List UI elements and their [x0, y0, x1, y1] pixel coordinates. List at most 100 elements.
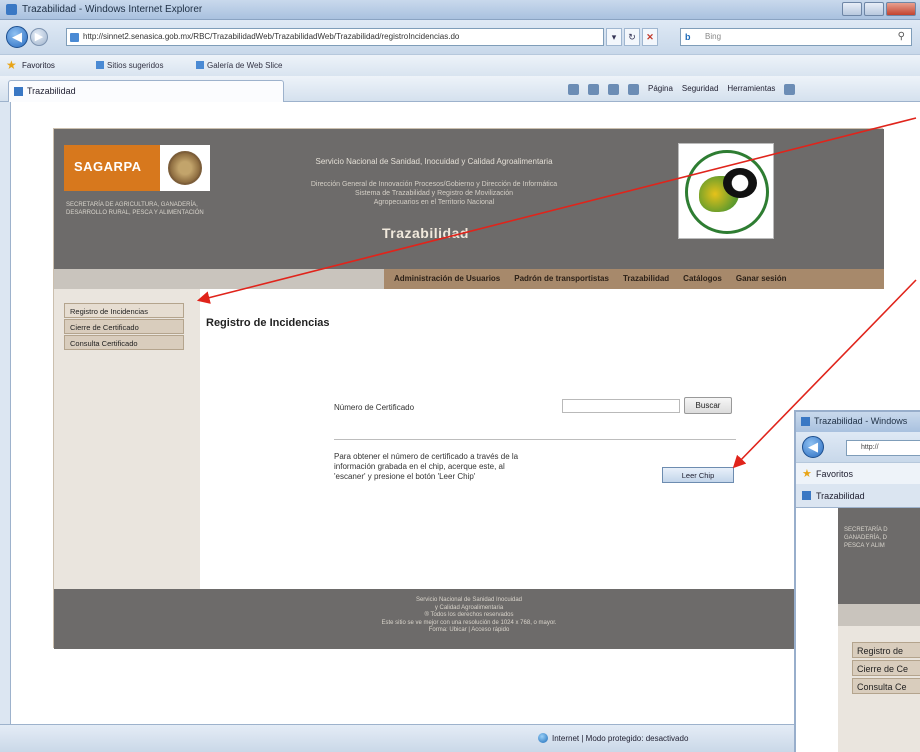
header-sub-2: Sistema de Trazabilidad y Registro de Mo… [355, 190, 513, 197]
header-sub-3: Agropecuarios en el Territorio Nacional [373, 199, 495, 206]
ie-icon [6, 4, 17, 15]
search-input[interactable]: b Bing ⚲ [680, 28, 912, 46]
second-browser-tab[interactable]: Trazabilidad [796, 484, 920, 508]
content-area: Registro de Incidencias Cierre de Certif… [54, 289, 884, 589]
certificate-label: Número de Certificado [334, 403, 415, 412]
sidebar: Registro de Incidencias Cierre de Certif… [54, 289, 200, 589]
header-texts: Servicio Nacional de Sanidad, Inocuidad … [234, 157, 634, 207]
tab-icon [802, 491, 811, 500]
sidebar-item-registro-incidencias[interactable]: Registro de Incidencias [64, 303, 184, 318]
site-menubar: Administración de Usuarios Padrón de tra… [54, 269, 884, 289]
page-icon [70, 33, 79, 42]
security-zone-text[interactable]: Internet | Modo protegido: desactivado [552, 734, 688, 743]
footer-line-1: Servicio Nacional de Sanidad Inocuidad [415, 597, 523, 603]
second-back-button[interactable]: ◀ [802, 436, 824, 458]
favorites-star-icon[interactable]: ★ [802, 467, 812, 480]
status-bar: Internet | Modo protegido: desactivado [0, 724, 920, 752]
header-title: Servicio Nacional de Sanidad, Inocuidad … [315, 157, 553, 166]
ie-icon [801, 417, 810, 426]
second-favorites-bar: ★ Favoritos [796, 462, 920, 484]
mail-icon[interactable] [608, 84, 619, 95]
refresh-icon[interactable]: ↻ [624, 28, 640, 46]
favorites-item-webslice[interactable]: Galería de Web Slice [196, 61, 282, 70]
divider [334, 439, 736, 440]
buscar-button[interactable]: Buscar [684, 397, 732, 414]
search-placeholder: Bing [705, 32, 722, 41]
internet-zone-icon [538, 733, 548, 743]
menu-admin-usuarios[interactable]: Administración de Usuarios [394, 274, 500, 289]
menu-catalogos[interactable]: Catálogos [683, 274, 722, 289]
certificate-input[interactable] [562, 399, 680, 413]
home-icon[interactable] [568, 84, 579, 95]
command-tools[interactable]: Herramientas [727, 84, 775, 95]
second-site-menubar [838, 604, 920, 626]
print-icon[interactable] [628, 84, 639, 95]
search-icon[interactable]: ⚲ [898, 31, 905, 42]
forward-button[interactable]: ▶ [30, 28, 48, 46]
stop-icon[interactable]: ✕ [642, 28, 658, 46]
close-button[interactable] [886, 2, 916, 16]
second-sidebar-item-consulta[interactable]: Consulta Ce [852, 678, 920, 694]
website: SAGARPA SECRETARÍA DE AGRICULTURA, GANAD… [53, 128, 884, 649]
footer-line-5[interactable]: Forma: Ubicar | Acceso rápido [54, 627, 884, 635]
sagarpa-logo: SAGARPA [64, 145, 210, 191]
second-url-field[interactable]: http:// [846, 440, 920, 456]
maximize-button[interactable] [864, 2, 884, 16]
mexico-seal-icon [168, 151, 202, 185]
site-header: SAGARPA SECRETARÍA DE AGRICULTURA, GANAD… [54, 129, 884, 269]
second-favorites-label[interactable]: Favoritos [816, 469, 853, 479]
minimize-button[interactable] [842, 2, 862, 16]
header-subtitle: Dirección General de Innovación Procesos… [234, 180, 634, 207]
compat-view-icon[interactable]: ▾ [606, 28, 622, 46]
title-bar: Trazabilidad - Windows Internet Explorer [0, 0, 920, 20]
help-icon[interactable] [784, 84, 796, 95]
second-sidebar-item-cierre[interactable]: Cierre de Ce [852, 660, 920, 676]
footer-line-4: Este sitio se ve mejor con una resolució… [381, 619, 557, 626]
second-sidebar: Registro de Cierre de Ce Consulta Ce [838, 626, 920, 752]
command-security[interactable]: Seguridad [682, 84, 718, 95]
favorites-item-suggested[interactable]: Sitios sugeridos [96, 61, 163, 70]
header-sub-1: Dirección General de Innovación Procesos… [310, 181, 558, 188]
command-bar: Trazabilidad Página Seguridad Herramient… [0, 76, 920, 102]
menu-trazabilidad[interactable]: Trazabilidad [623, 274, 669, 289]
second-ie-window[interactable]: Trazabilidad - Windows ◀ http:// ★ Favor… [794, 410, 920, 752]
sidebar-item-consulta-certificado[interactable]: Consulta Certificado [64, 335, 184, 350]
second-page: SECRETARÍA D GANADERÍA, D PESCA Y ALIM R… [796, 508, 920, 752]
feeds-icon[interactable] [588, 84, 599, 95]
window-controls [842, 2, 916, 16]
leer-chip-button[interactable]: Leer Chip [662, 467, 734, 483]
footer-line-2: y Calidad Agroalimentaria [434, 604, 504, 611]
second-header-text: SECRETARÍA D GANADERÍA, D PESCA Y ALIM [844, 527, 888, 549]
back-button[interactable]: ◀ [6, 26, 28, 48]
favorites-star-icon[interactable]: ★ [6, 58, 17, 72]
menu-padron-transportistas[interactable]: Padrón de transportistas [514, 274, 609, 289]
ie-window: Trazabilidad - Windows Internet Explorer… [0, 0, 920, 752]
command-items: Página Seguridad Herramientas [568, 84, 796, 95]
second-site-header: SECRETARÍA D GANADERÍA, D PESCA Y ALIM [838, 508, 920, 604]
sidebar-item-cierre-certificado[interactable]: Cierre de Certificado [64, 319, 184, 334]
chip-instructions: Para obtener el número de certificado a … [334, 452, 519, 481]
second-sidebar-item-registro[interactable]: Registro de [852, 642, 920, 658]
sagarpa-logo-text: SAGARPA [64, 145, 160, 191]
site-footer: Servicio Nacional de Sanidad Inocuidad y… [54, 589, 884, 649]
url-field[interactable]: http://sinnet2.senasica.gob.mx/RBC/Traza… [66, 28, 604, 46]
footer-line-3: ® Todos los derechos reservados [424, 612, 514, 618]
bing-logo-icon: b [685, 32, 691, 42]
secretaria-text: SECRETARÍA DE AGRICULTURA, GANADERÍA, DE… [66, 202, 204, 216]
tab-label: Trazabilidad [27, 86, 76, 96]
page-title: Registro de Incidencias [206, 317, 330, 329]
address-buttons: ▾ ↻ ✕ [606, 28, 658, 46]
url-text: http://sinnet2.senasica.gob.mx/RBC/Traza… [83, 32, 460, 41]
command-page[interactable]: Página [648, 84, 673, 95]
favorites-bar: ★ Favoritos Sitios sugeridos Galería de … [0, 54, 920, 76]
address-bar: ◀ ▶ http://sinnet2.senasica.gob.mx/RBC/T… [0, 20, 920, 54]
browser-tab[interactable]: Trazabilidad [8, 80, 284, 102]
tab-icon [14, 87, 23, 96]
main-menu: Administración de Usuarios Padrón de tra… [384, 269, 884, 289]
menu-cerrar-sesion[interactable]: Ganar sesión [736, 274, 787, 289]
second-address-bar: ◀ http:// [796, 432, 920, 462]
brand-title: Trazabilidad [382, 225, 469, 241]
favorites-label[interactable]: Favoritos [22, 61, 55, 70]
second-window-title: Trazabilidad - Windows [796, 412, 920, 432]
page-viewport: SAGARPA SECRETARÍA DE AGRICULTURA, GANAD… [10, 102, 920, 724]
